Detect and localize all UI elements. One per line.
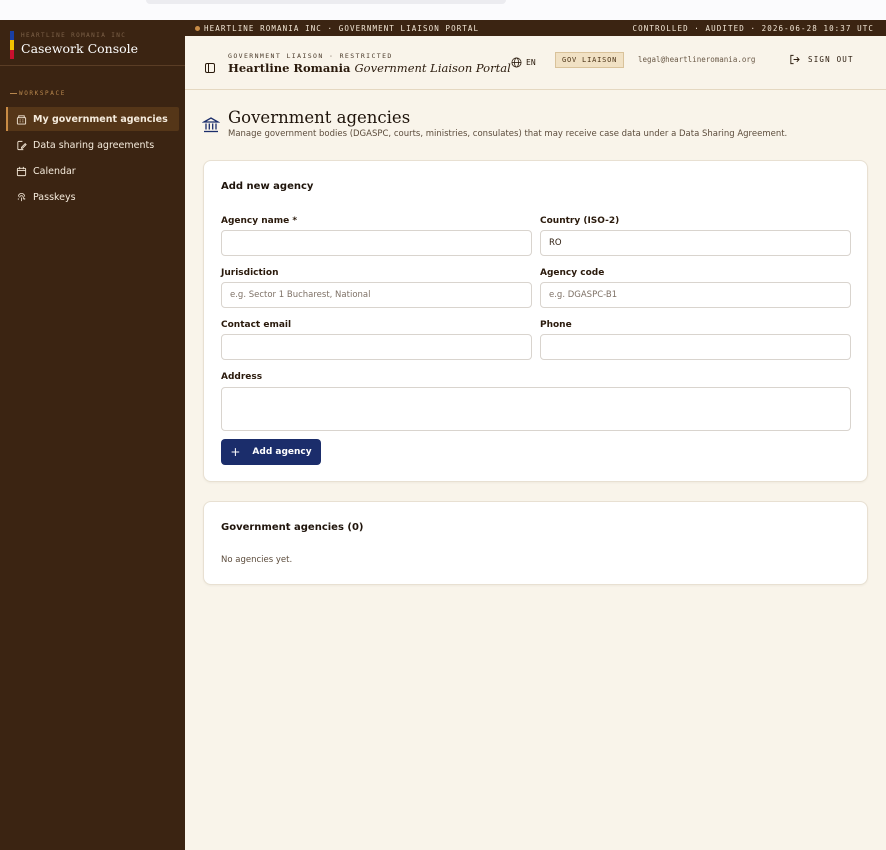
sidebar-item-passkeys[interactable]: Passkeys [6, 185, 179, 209]
page-description: Manage government bodies (DGASPC, courts… [228, 129, 788, 139]
audit-bar-left: HEARTLINE ROMANIA INC · GOVERNMENT LIAIS… [195, 24, 479, 33]
sidebar-item-data-sharing-agreements[interactable]: Data sharing agreements [6, 133, 179, 157]
header: GOVERNMENT LIAISON · RESTRICTED Heartlin… [185, 36, 886, 90]
country-label: Country (ISO-2) [540, 216, 620, 226]
jurisdiction-input[interactable] [221, 282, 532, 308]
user-email: legal@heartlineromania.org [638, 55, 756, 64]
portal-classification: GOVERNMENT LIAISON · RESTRICTED [228, 52, 393, 60]
sidebar-nav: My government agencies Data sharing agre… [0, 107, 185, 209]
sidebar: HEARTLINE ROMANIA INC Casework Console W… [0, 20, 185, 850]
browser-top-strip [0, 0, 886, 20]
phone-input[interactable] [540, 334, 851, 360]
address-textarea[interactable] [221, 387, 851, 431]
sidebar-section-label: WORKSPACE [0, 90, 185, 97]
brand-org-name: HEARTLINE ROMANIA INC [21, 32, 127, 39]
portal-title: Heartline Romania Government Liaison Por… [228, 61, 511, 75]
status-dot-icon [195, 26, 200, 31]
globe-icon [511, 57, 522, 68]
sign-out-icon [790, 54, 800, 65]
role-badge: GOV LIAISON [555, 52, 625, 68]
agency-code-input[interactable] [540, 282, 851, 308]
brand-title: Casework Console [21, 41, 139, 56]
language-label: EN [526, 58, 536, 67]
romania-flag-icon [10, 31, 14, 59]
agency-name-label: Agency name * [221, 216, 298, 226]
sign-out-button[interactable]: SIGN OUT [789, 54, 854, 65]
sidebar-item-label: Calendar [33, 165, 76, 177]
sidebar-item-calendar[interactable]: Calendar [6, 159, 179, 183]
building-icon [16, 114, 27, 125]
sign-out-label: SIGN OUT [808, 55, 854, 64]
sidebar-item-label: Passkeys [33, 191, 76, 203]
address-label: Address [221, 372, 263, 382]
calendar-icon [16, 166, 27, 177]
sidebar-item-label: Data sharing agreements [33, 139, 155, 151]
document-edit-icon [16, 140, 27, 151]
portal-title-italic: Government Liaison Portal [354, 61, 511, 75]
language-switcher[interactable]: EN [511, 57, 536, 68]
add-agency-card: Add new agency Agency name * Country (IS… [203, 160, 868, 482]
phone-label: Phone [540, 320, 572, 330]
brand: HEARTLINE ROMANIA INC Casework Console [0, 20, 185, 66]
audit-bar-status: CONTROLLED · AUDITED · 2026-06-28 10:37 … [632, 23, 874, 33]
portal-title-main: Heartline Romania [228, 61, 351, 75]
contact-email-input[interactable] [221, 334, 532, 360]
add-agency-title: Add new agency [221, 181, 314, 192]
add-agency-label: Add agency [252, 447, 312, 457]
plus-icon: + [230, 445, 241, 459]
browser-url-bar[interactable] [146, 0, 506, 4]
sidebar-item-my-government-agencies[interactable]: My government agencies [6, 107, 179, 131]
main-area: HEARTLINE ROMANIA INC · GOVERNMENT LIAIS… [185, 20, 886, 850]
audit-bar: HEARTLINE ROMANIA INC · GOVERNMENT LIAIS… [185, 20, 886, 36]
empty-state-text: No agencies yet. [221, 555, 293, 565]
agencies-list-card: Government agencies (0) No agencies yet. [203, 501, 868, 585]
country-input[interactable] [540, 230, 851, 256]
jurisdiction-label: Jurisdiction [221, 268, 279, 278]
sidebar-item-label: My government agencies [33, 113, 168, 125]
contact-email-label: Contact email [221, 320, 292, 330]
agency-code-label: Agency code [540, 268, 605, 278]
sidebar-toggle-icon[interactable] [205, 58, 215, 73]
add-agency-button[interactable]: + Add agency [221, 439, 321, 465]
fingerprint-icon [16, 192, 27, 203]
agency-name-input[interactable] [221, 230, 532, 256]
page-title: Government agencies [228, 108, 411, 127]
agencies-list-title: Government agencies (0) [221, 522, 364, 533]
audit-bar-title: HEARTLINE ROMANIA INC · GOVERNMENT LIAIS… [204, 23, 480, 33]
landmark-icon [201, 116, 221, 134]
